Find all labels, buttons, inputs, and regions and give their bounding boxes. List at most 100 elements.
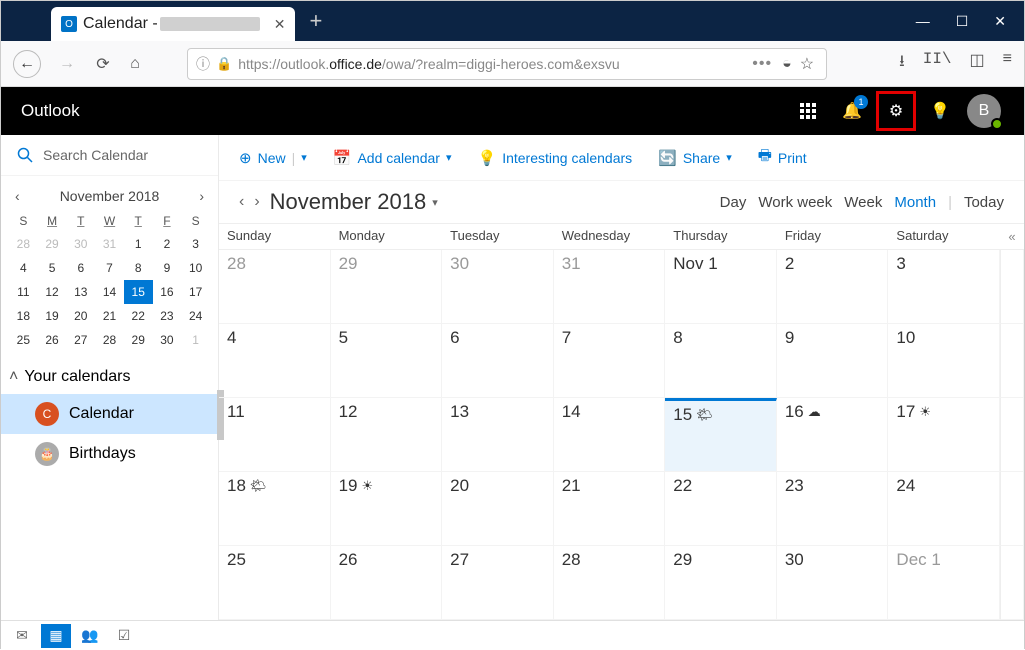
your-calendars-header[interactable]: ˄ Your calendars <box>1 360 218 394</box>
calendar-list-item[interactable]: 🎂Birthdays <box>1 434 218 474</box>
calendar-day-cell[interactable]: 13 <box>442 398 554 472</box>
mini-day-cell[interactable]: 10 <box>181 256 210 280</box>
calendar-day-cell[interactable]: 2 <box>777 250 889 324</box>
mini-day-cell[interactable]: 6 <box>66 256 95 280</box>
pocket-icon[interactable]: ◒ <box>782 55 792 73</box>
mini-day-cell[interactable]: 24 <box>181 304 210 328</box>
mini-day-cell[interactable]: 17 <box>181 280 210 304</box>
mini-day-cell[interactable]: 30 <box>66 232 95 256</box>
calendar-day-cell[interactable]: 29 <box>331 250 443 324</box>
calendar-day-cell[interactable]: 20 <box>442 472 554 546</box>
mini-day-cell[interactable]: 2 <box>153 232 182 256</box>
calendar-day-cell[interactable]: 10 <box>888 324 1000 398</box>
browser-forward-button[interactable]: → <box>53 50 81 78</box>
calendar-day-cell[interactable]: 24 <box>888 472 1000 546</box>
mini-day-cell[interactable]: 23 <box>153 304 182 328</box>
share-button[interactable]: 🔄Share ▾ <box>658 149 732 167</box>
calendar-day-cell[interactable]: 22 <box>665 472 777 546</box>
browser-reload-button[interactable]: ⟳ <box>93 54 113 74</box>
calendar-day-cell[interactable]: 27 <box>442 546 554 620</box>
new-button[interactable]: ⊕New | ▾ <box>239 149 307 167</box>
mini-day-cell[interactable]: 19 <box>38 304 67 328</box>
view-workweek[interactable]: Work week <box>758 194 832 211</box>
calendar-day-cell[interactable]: 28 <box>554 546 666 620</box>
mini-day-cell[interactable]: 8 <box>124 256 153 280</box>
calendar-day-cell[interactable]: 28 <box>219 250 331 324</box>
today-button[interactable]: Today <box>964 194 1004 211</box>
add-calendar-button[interactable]: 📅Add calendar ▾ <box>333 149 452 167</box>
page-actions-icon[interactable]: ••• <box>752 55 772 73</box>
calendar-day-cell[interactable]: 30 <box>777 546 889 620</box>
mini-day-cell[interactable]: 28 <box>9 232 38 256</box>
calendar-day-cell[interactable]: 9 <box>777 324 889 398</box>
calendar-day-cell[interactable]: 25 <box>219 546 331 620</box>
window-close-button[interactable]: ✕ <box>994 13 1006 30</box>
notifications-icon[interactable]: 🔔1 <box>832 91 872 131</box>
help-icon[interactable]: 💡 <box>920 91 960 131</box>
calendar-day-cell[interactable]: 17☀ <box>888 398 1000 472</box>
calendar-day-cell[interactable]: 11 <box>219 398 331 472</box>
sidebar-toggle-icon[interactable]: ◫ <box>970 50 985 77</box>
calendar-day-cell[interactable]: 16☁ <box>777 398 889 472</box>
calendar-day-cell[interactable]: 19☀ <box>331 472 443 546</box>
mini-prev-month[interactable]: ‹ <box>15 188 20 204</box>
mini-day-cell[interactable]: 3 <box>181 232 210 256</box>
mini-day-cell[interactable]: 31 <box>95 232 124 256</box>
mini-day-cell[interactable]: 18 <box>9 304 38 328</box>
mini-day-cell[interactable]: 14 <box>95 280 124 304</box>
app-launcher-icon[interactable] <box>788 91 828 131</box>
mini-day-cell[interactable]: 30 <box>153 328 182 352</box>
close-tab-icon[interactable]: ✕ <box>274 16 286 33</box>
mini-day-cell[interactable]: 29 <box>38 232 67 256</box>
window-maximize-button[interactable]: ☐ <box>956 13 969 30</box>
view-day[interactable]: Day <box>720 194 747 211</box>
calendar-day-cell[interactable]: 5 <box>331 324 443 398</box>
calendar-day-cell[interactable]: 29 <box>665 546 777 620</box>
search-calendar-input[interactable]: Search Calendar <box>1 135 218 176</box>
people-module-button[interactable]: 👥 <box>75 624 105 648</box>
mini-day-cell[interactable]: 16 <box>153 280 182 304</box>
window-minimize-button[interactable]: ― <box>916 13 930 30</box>
view-month[interactable]: Month <box>894 194 936 211</box>
calendar-day-cell[interactable]: 31 <box>554 250 666 324</box>
calendar-day-cell[interactable]: 4 <box>219 324 331 398</box>
mini-day-cell[interactable]: 21 <box>95 304 124 328</box>
next-period-button[interactable]: › <box>254 193 259 211</box>
calendar-day-cell[interactable]: 3 <box>888 250 1000 324</box>
calendar-day-cell[interactable]: 7 <box>554 324 666 398</box>
collapse-agenda-button[interactable]: « <box>1000 224 1024 250</box>
mini-day-cell[interactable]: 29 <box>124 328 153 352</box>
mini-day-cell[interactable]: 13 <box>66 280 95 304</box>
mini-next-month[interactable]: › <box>199 188 204 204</box>
browser-home-button[interactable]: ⌂ <box>125 55 145 73</box>
calendar-day-cell[interactable]: 6 <box>442 324 554 398</box>
mini-day-cell[interactable]: 9 <box>153 256 182 280</box>
calendar-day-cell[interactable]: 12 <box>331 398 443 472</box>
mini-day-cell[interactable]: 22 <box>124 304 153 328</box>
print-button[interactable]: 🖶Print <box>758 145 807 170</box>
current-period-title[interactable]: November 2018 ▾ <box>270 189 438 215</box>
calendar-day-cell[interactable]: 14 <box>554 398 666 472</box>
site-info-icon[interactable]: ⓘ <box>196 54 210 74</box>
browser-menu-icon[interactable]: ≡ <box>1003 50 1012 77</box>
view-week[interactable]: Week <box>844 194 882 211</box>
mini-day-cell[interactable]: 11 <box>9 280 38 304</box>
calendar-day-cell[interactable]: 23 <box>777 472 889 546</box>
calendar-day-cell[interactable]: 18🌤 <box>219 472 331 546</box>
mini-day-cell[interactable]: 7 <box>95 256 124 280</box>
calendar-day-cell[interactable]: 15🌤 <box>665 398 777 472</box>
calendar-day-cell[interactable]: Nov 1 <box>665 250 777 324</box>
star-icon[interactable]: ☆ <box>800 54 814 74</box>
prev-period-button[interactable]: ‹ <box>239 193 244 211</box>
downloads-icon[interactable]: ⭳ <box>899 50 905 77</box>
mail-module-button[interactable]: ✉ <box>7 624 37 648</box>
avatar[interactable]: B <box>964 91 1004 131</box>
calendar-day-cell[interactable]: 30 <box>442 250 554 324</box>
calendar-day-cell[interactable]: 8 <box>665 324 777 398</box>
mini-day-cell[interactable]: 5 <box>38 256 67 280</box>
mini-day-cell[interactable]: 12 <box>38 280 67 304</box>
mini-day-cell[interactable]: 26 <box>38 328 67 352</box>
mini-day-cell[interactable]: 1 <box>124 232 153 256</box>
calendar-day-cell[interactable]: 21 <box>554 472 666 546</box>
mini-day-cell[interactable]: 25 <box>9 328 38 352</box>
